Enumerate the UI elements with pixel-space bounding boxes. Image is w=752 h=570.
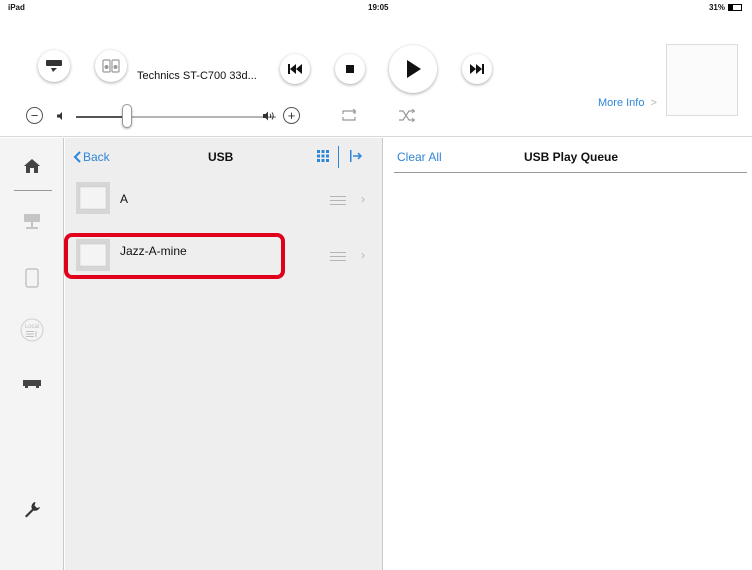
source-sidebar: Local (0, 138, 64, 570)
battery-icon (728, 4, 742, 11)
sidebar-item-local[interactable]: Local (20, 318, 44, 342)
device-name[interactable]: Technics ST-C700 33d... (137, 70, 257, 82)
speaker-select-icon (46, 60, 62, 72)
stop-button[interactable] (335, 54, 365, 84)
sidebar-divider (14, 190, 52, 191)
sidebar-item-settings[interactable] (20, 498, 44, 522)
status-bar: iPad 19:05 31% (0, 0, 752, 16)
sidebar-item-home[interactable] (20, 154, 44, 178)
device-button[interactable] (95, 50, 127, 82)
back-label: Back (83, 150, 110, 164)
volume-plus-label: + (287, 108, 296, 123)
usb-browser-panel: Back USB A › Jazz-A-mine › (65, 138, 383, 570)
clear-all-button[interactable]: Clear All (397, 150, 442, 164)
device-icon (102, 59, 120, 73)
play-queue-panel: Clear All USB Play Queue (384, 138, 752, 570)
grid-view-icon[interactable] (316, 149, 330, 163)
highlight-box (64, 233, 285, 279)
play-button[interactable] (389, 45, 437, 93)
chevron-left-icon (73, 151, 81, 163)
drag-handle-icon[interactable] (330, 196, 346, 205)
home-icon (24, 159, 40, 173)
network-server-icon (24, 214, 40, 229)
volume-slider-thumb[interactable] (122, 104, 132, 128)
more-info-label: More Info (598, 97, 645, 109)
chevron-right-icon: > (650, 97, 657, 109)
drag-handle-icon[interactable] (330, 252, 346, 261)
repeat-icon[interactable] (340, 109, 358, 122)
volume-slider-remaining (128, 116, 276, 118)
clock: 19:05 (368, 3, 389, 12)
nav-separator (338, 146, 339, 168)
stop-icon (346, 65, 354, 73)
queue-divider (394, 172, 747, 173)
battery-indicator: 31% (709, 3, 742, 12)
album-art[interactable] (666, 44, 738, 116)
sidebar-item-usb[interactable] (20, 372, 44, 396)
speaker-low-icon (57, 112, 62, 120)
queue-title: USB Play Queue (524, 150, 619, 164)
list-item-label: A (120, 192, 129, 206)
volume-minus-label: − (30, 108, 39, 123)
volume-slider[interactable] (76, 116, 276, 118)
play-icon (407, 60, 421, 78)
sidebar-item-device[interactable] (20, 266, 44, 290)
volume-down-button[interactable]: − (26, 107, 43, 124)
usb-drive-icon (23, 380, 41, 388)
shuffle-icon[interactable] (398, 109, 416, 122)
volume-up-button[interactable]: + (283, 107, 300, 124)
previous-icon (288, 64, 302, 74)
previous-button[interactable] (280, 54, 310, 84)
speaker-high-icon (263, 111, 274, 121)
add-to-queue-icon[interactable] (349, 149, 363, 163)
local-music-icon: Local (20, 318, 44, 342)
list-item[interactable]: A › (65, 175, 383, 223)
tablet-icon (25, 268, 39, 288)
next-icon (470, 64, 484, 74)
speaker-select-button[interactable] (38, 50, 70, 82)
player-header: Technics ST-C700 33d... More Info > − + (0, 16, 752, 137)
battery-percent: 31% (708, 3, 725, 12)
browser-title: USB (208, 150, 234, 164)
wrench-icon (25, 502, 40, 518)
folder-icon (76, 182, 110, 214)
sidebar-item-network[interactable] (20, 210, 44, 234)
next-track-button[interactable] (462, 54, 492, 84)
device-label: iPad (8, 3, 25, 12)
more-info-link[interactable]: More Info > (598, 97, 657, 109)
svg-text:Local: Local (25, 324, 39, 330)
chevron-right-icon: › (361, 248, 365, 262)
chevron-right-icon: › (361, 192, 365, 206)
back-button[interactable]: Back (73, 150, 110, 164)
